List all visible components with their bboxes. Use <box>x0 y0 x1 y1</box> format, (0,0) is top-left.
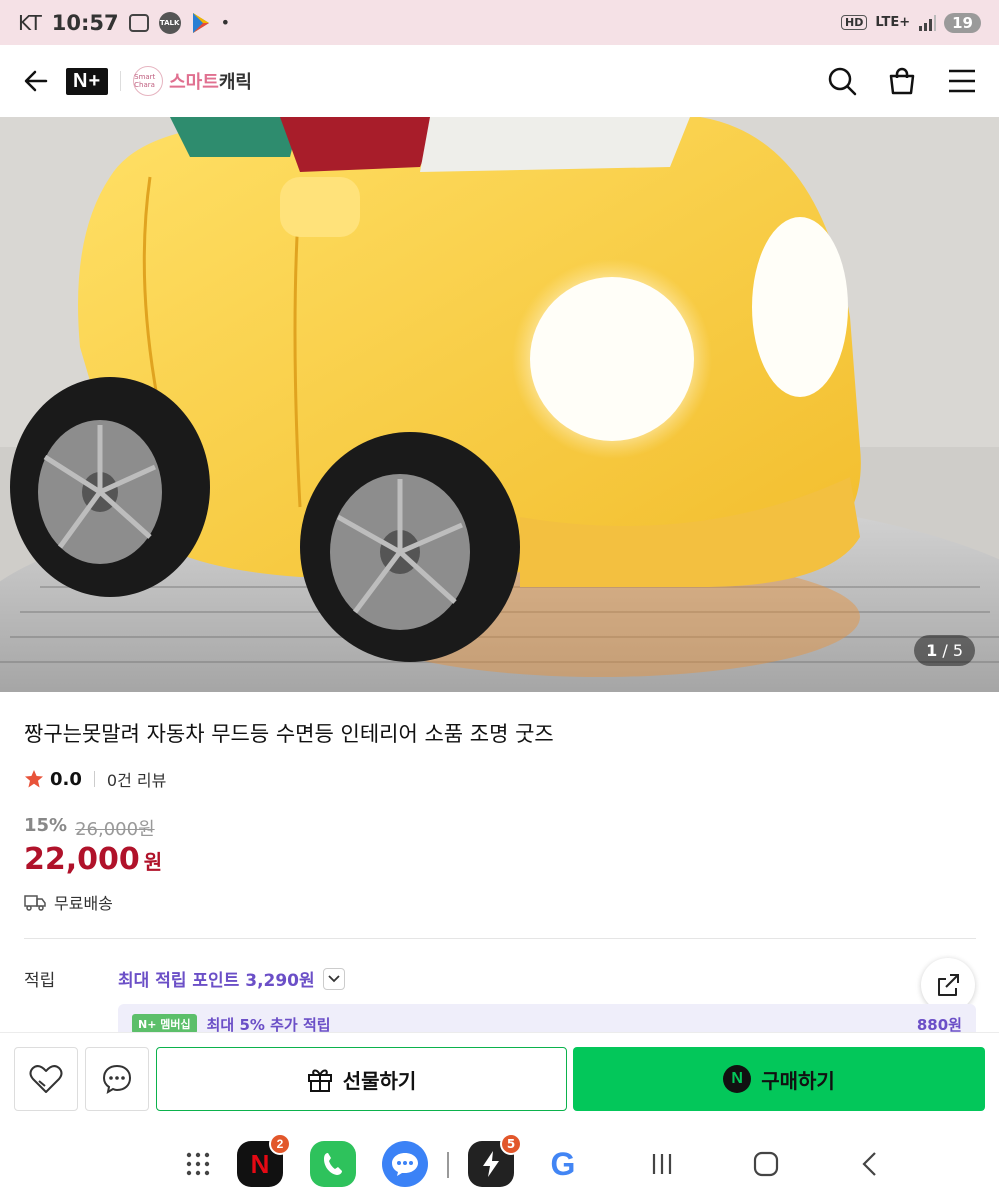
gift-button[interactable]: 선물하기 <box>156 1047 567 1111</box>
play-store-icon <box>191 12 211 34</box>
original-price: 26,000원 <box>75 819 155 840</box>
heart-icon <box>29 1065 63 1093</box>
lightning-icon <box>483 1151 499 1177</box>
search-button[interactable] <box>825 64 859 98</box>
bolt-app-icon[interactable]: 5 <box>468 1133 522 1187</box>
phone-icon <box>324 1153 342 1175</box>
screenshot-icon <box>128 13 149 32</box>
system-back-button[interactable] <box>850 1144 890 1184</box>
membership-badge: N+ 멤버십 <box>132 1014 197 1034</box>
bolt-badge: 5 <box>500 1133 522 1155</box>
clock: 10:57 <box>51 10 119 35</box>
recents-button[interactable] <box>642 1144 682 1184</box>
google-app-icon[interactable]: G <box>540 1141 586 1187</box>
dock-divider <box>447 1152 449 1178</box>
recents-icon <box>652 1154 672 1174</box>
app-drawer-button[interactable] <box>178 1144 218 1184</box>
truck-icon <box>24 893 46 911</box>
header-divider <box>120 71 122 91</box>
store-logo[interactable]: Smart Chara <box>133 66 164 96</box>
hd-voice-icon: HD <box>841 15 868 30</box>
share-icon <box>938 974 959 996</box>
discount-rate: 15% <box>24 815 68 836</box>
points-row: 적립 최대 적립 포인트 3,290원 <box>24 966 345 991</box>
section-divider <box>24 938 976 939</box>
status-bar: KT 10:57 TALK • HD LTE+ 19 <box>0 0 999 45</box>
back-button[interactable] <box>20 65 52 97</box>
google-letter: G <box>550 1145 576 1182</box>
review-count[interactable]: 0건 리뷰 <box>107 767 166 791</box>
network-label: LTE+ <box>875 15 911 30</box>
notification-dot: • <box>220 13 231 32</box>
delivery-row: 무료배송 <box>24 890 113 914</box>
star-icon <box>24 769 44 789</box>
gift-icon <box>307 1069 332 1092</box>
buy-button[interactable]: N 구매하기 <box>573 1047 985 1111</box>
app-header: N+ Smart Chara 스마트캐릭 <box>0 45 999 117</box>
phone-app-icon[interactable] <box>310 1141 356 1187</box>
gift-label: 선물하기 <box>342 1068 417 1093</box>
search-icon <box>828 67 857 96</box>
message-bubble-icon <box>392 1153 418 1176</box>
chevron-left-icon <box>862 1152 876 1176</box>
image-counter-current: 1 <box>926 641 938 660</box>
image-counter-separator: / <box>937 641 953 660</box>
image-counter: 1 / 5 <box>914 635 975 666</box>
home-button[interactable] <box>746 1144 786 1184</box>
netflix-badge: 2 <box>269 1133 291 1155</box>
back-arrow-icon <box>24 70 48 92</box>
product-image-carousel[interactable]: 1 / 5 <box>0 117 999 692</box>
points-expand-button[interactable] <box>322 967 345 990</box>
bottom-action-bar: 선물하기 N 구매하기 <box>0 1032 999 1124</box>
netflix-letter: N <box>250 1148 270 1179</box>
max-points: 최대 적립 포인트 3,290원 <box>118 971 315 991</box>
wishlist-button[interactable] <box>14 1047 78 1111</box>
store-name-rest: 캐릭 <box>218 72 252 93</box>
delivery-label: 무료배송 <box>54 894 113 913</box>
battery-indicator: 19 <box>944 12 981 33</box>
menu-button[interactable] <box>945 64 979 98</box>
discount-row: 15% 26,000원 <box>24 815 155 841</box>
image-counter-total: 5 <box>952 641 963 660</box>
kakaotalk-icon: TALK <box>158 11 181 34</box>
signal-icon <box>918 14 937 31</box>
price-row: 22,000 원 <box>24 842 162 877</box>
menu-icon <box>949 69 975 93</box>
rating-row[interactable]: 0.0 0건 리뷰 <box>24 767 166 791</box>
rating-divider <box>93 771 95 787</box>
product-image <box>0 117 999 692</box>
price-unit: 원 <box>143 850 163 874</box>
status-right: HD LTE+ 19 <box>841 12 981 33</box>
chat-icon <box>102 1064 132 1095</box>
netflix-app-icon[interactable]: N 2 <box>237 1133 291 1187</box>
buy-label: 구매하기 <box>761 1068 835 1093</box>
grid-icon <box>186 1152 210 1176</box>
home-icon <box>753 1151 779 1177</box>
chevron-down-icon <box>328 974 340 982</box>
product-title: 짱구는못말려 자동차 무드등 수면등 인테리어 소품 조명 굿즈 <box>24 722 554 746</box>
points-label: 적립 <box>24 971 56 991</box>
cart-button[interactable] <box>885 64 919 98</box>
shopping-bag-icon <box>889 67 915 95</box>
store-name[interactable]: 스마트캐릭 <box>169 68 252 94</box>
naver-n-icon: N <box>723 1065 752 1093</box>
rating-value: 0.0 <box>50 768 82 790</box>
status-left: KT 10:57 TALK • <box>18 11 230 35</box>
sale-price: 22,000 <box>24 842 140 877</box>
system-nav-bar: N 2 5 G <box>0 1124 999 1200</box>
store-name-accent: 스마트 <box>169 72 219 93</box>
naver-plus-logo[interactable]: N+ <box>66 67 109 95</box>
header-actions <box>825 64 979 98</box>
carrier-label: KT <box>18 10 42 35</box>
chat-button[interactable] <box>85 1047 149 1111</box>
messages-app-icon[interactable] <box>382 1141 428 1187</box>
